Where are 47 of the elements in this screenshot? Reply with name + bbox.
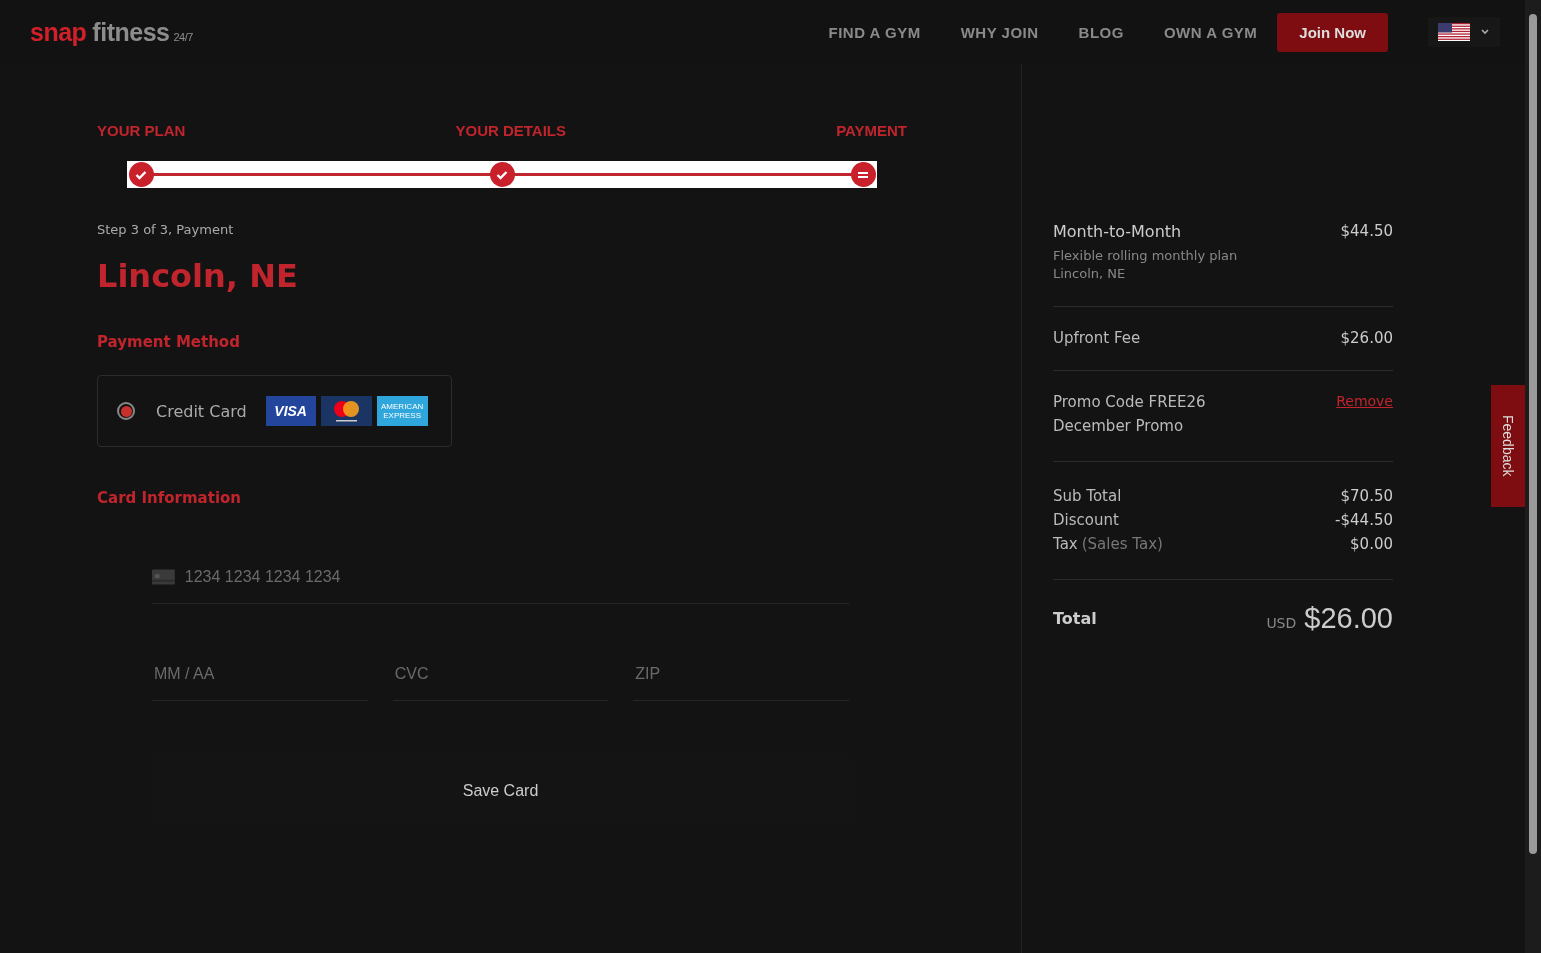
summary-label: Tax: [1053, 535, 1078, 553]
plan-location: Lincoln, NE: [1053, 265, 1127, 283]
summary-value: $0.00: [1350, 534, 1393, 555]
zip-field[interactable]: ZIP: [633, 664, 849, 684]
card-number-field[interactable]: 1234 1234 1234 1234: [182, 567, 849, 587]
country-selector[interactable]: [1428, 17, 1500, 47]
nav-link[interactable]: OWN A GYM: [1163, 23, 1258, 41]
visa-logo: VISA: [265, 396, 316, 426]
nav-link[interactable]: WHY JOIN: [960, 23, 1039, 41]
total-label: Total: [1053, 609, 1097, 628]
feedback-tab[interactable]: Feedback: [1491, 385, 1525, 507]
card-icon: [152, 569, 175, 585]
remove-link[interactable]: Remove: [1336, 393, 1393, 409]
promo-name: December Promo: [1053, 417, 1185, 435]
mastercard-logo: [320, 396, 372, 426]
chevron-down-icon: [1480, 28, 1490, 36]
currency-code: USD: [1266, 615, 1297, 631]
option-label: Credit Card: [156, 401, 247, 421]
step-label: YOUR PLAN: [97, 122, 186, 139]
section-heading: Payment Method: [97, 333, 241, 351]
fee-label: Upfront Fee: [1053, 329, 1141, 347]
gym-location: Lincoln, NE: [97, 257, 299, 295]
fee-price: $26.00: [1340, 329, 1393, 347]
radio-button[interactable]: [117, 402, 135, 420]
summary-label: Sub Total: [1053, 487, 1122, 505]
section-heading: Card Information: [97, 489, 243, 507]
join-now-button[interactable]: Join Now: [1277, 12, 1388, 52]
plan-description: Flexible rolling monthly plan: [1053, 247, 1239, 265]
summary-value: -$44.50: [1335, 510, 1393, 531]
plan-name: Month-to-Month: [1053, 222, 1182, 241]
cvc-field[interactable]: CVC: [392, 664, 609, 684]
expiry-field[interactable]: MM / AA: [152, 664, 368, 684]
summary-value: $70.50: [1340, 486, 1393, 507]
promo-code: Promo Code FREE26: [1053, 393, 1206, 411]
step-label: YOUR DETAILS: [455, 122, 566, 139]
summary-label: Discount: [1053, 511, 1119, 529]
total-amount: $26.00: [1304, 602, 1393, 635]
flag-icon: [1438, 23, 1470, 41]
summary-note: (Sales Tax): [1081, 535, 1163, 553]
nav-link[interactable]: BLOG: [1078, 23, 1124, 41]
step-label: PAYMENT: [836, 122, 907, 139]
payment-option[interactable]: Credit Card VISA AMERICAN EXPRESS: [97, 375, 452, 447]
amex-logo: AMERICAN EXPRESS: [376, 396, 428, 426]
nav-link[interactable]: FIND A GYM: [828, 23, 921, 41]
step-caption: Step 3 of 3, Payment: [97, 222, 235, 237]
scrollbar[interactable]: [1525, 0, 1541, 953]
plan-price: $44.50: [1340, 222, 1393, 240]
